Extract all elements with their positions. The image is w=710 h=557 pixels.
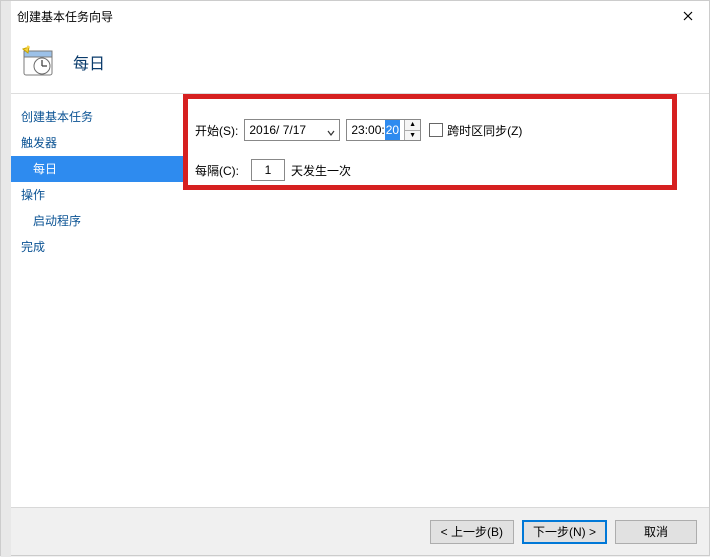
- window-title: 创建基本任务向导: [17, 8, 113, 25]
- back-button[interactable]: < 上一步(B): [430, 520, 514, 544]
- sidebar-item-finish[interactable]: 完成: [11, 234, 183, 260]
- interval-suffix: 天发生一次: [291, 162, 351, 179]
- sidebar: 创建基本任务 触发器 每日 操作 启动程序 完成: [11, 94, 183, 507]
- start-label: 开始(S):: [195, 122, 238, 139]
- tz-sync-label: 跨时区同步(Z): [447, 122, 522, 139]
- cancel-button[interactable]: 取消: [615, 520, 697, 544]
- interval-row: 每隔(C): 1 天发生一次: [195, 158, 351, 182]
- wizard-window: 创建基本任务向导 每日 创建基本任务 触发器 每日: [0, 0, 710, 556]
- close-button[interactable]: [667, 2, 709, 30]
- start-date-value: 2016/ 7/17: [249, 123, 306, 137]
- start-date-picker[interactable]: 2016/ 7/17: [244, 119, 340, 141]
- sidebar-item-action[interactable]: 操作: [11, 182, 183, 208]
- next-button[interactable]: 下一步(N) >: [522, 520, 607, 544]
- start-time-value: 23:00:20: [347, 120, 404, 140]
- start-row: 开始(S): 2016/ 7/17 23:00:20 ▲ ▼: [195, 118, 522, 142]
- content-pane: 开始(S): 2016/ 7/17 23:00:20 ▲ ▼: [183, 94, 709, 507]
- spinner-up-icon[interactable]: ▲: [405, 120, 420, 131]
- footer: < 上一步(B) 下一步(N) > 取消: [11, 507, 709, 555]
- close-icon: [683, 8, 693, 24]
- header: 每日: [11, 31, 709, 93]
- start-time-field[interactable]: 23:00:20 ▲ ▼: [346, 119, 421, 141]
- sidebar-item-daily[interactable]: 每日: [11, 156, 183, 182]
- sidebar-item-trigger[interactable]: 触发器: [11, 130, 183, 156]
- body: 创建基本任务 触发器 每日 操作 启动程序 完成 开始(S): 2016/ 7/…: [11, 94, 709, 507]
- interval-label: 每隔(C):: [195, 162, 239, 179]
- titlebar: 创建基本任务向导: [11, 1, 709, 31]
- spinner-down-icon[interactable]: ▼: [405, 131, 420, 141]
- time-spinner[interactable]: ▲ ▼: [404, 120, 420, 140]
- sidebar-item-start-program[interactable]: 启动程序: [11, 208, 183, 234]
- interval-input[interactable]: 1: [251, 159, 285, 181]
- tz-sync-checkbox[interactable]: [429, 123, 443, 137]
- chevron-down-icon: [327, 126, 335, 134]
- background-strip: [1, 1, 11, 557]
- sidebar-item-create-basic-task[interactable]: 创建基本任务: [11, 104, 183, 130]
- start-time-seconds-selected: 20: [385, 120, 400, 140]
- schedule-icon: [21, 45, 55, 79]
- page-title: 每日: [73, 50, 105, 74]
